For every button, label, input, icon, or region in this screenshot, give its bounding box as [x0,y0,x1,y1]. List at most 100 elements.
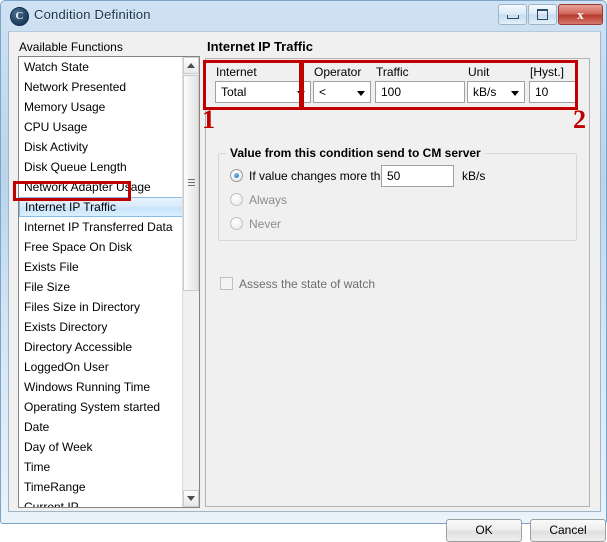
grip-icon [188,179,195,187]
internet-label: Internet [216,65,257,79]
chevron-down-icon [357,91,365,96]
scroll-up-button[interactable] [183,57,199,74]
list-item-label: Network Adapter Usage [24,180,151,194]
list-item-label: Watch State [24,60,89,74]
list-item[interactable]: File Size [19,277,183,297]
list-item-label: Exists File [24,260,79,274]
list-item-label: Disk Activity [24,140,89,154]
threshold-unit-label: kB/s [462,169,486,183]
list-item[interactable]: Windows Running Time [19,377,183,397]
scroll-down-button[interactable] [183,490,199,507]
list-item[interactable]: Internet IP Traffic [19,197,183,217]
assess-state-label: Assess the state of watch [239,277,376,291]
internet-select[interactable]: Total [215,81,311,103]
list-item-label: Date [24,420,50,434]
list-item[interactable]: Disk Queue Length [19,157,183,177]
radio-never[interactable]: Never [230,217,281,231]
list-item[interactable]: Exists Directory [19,317,183,337]
list-scrollbar[interactable] [182,57,199,507]
window-controls: x [497,4,603,26]
list-item[interactable]: Network Presented [19,77,183,97]
close-button[interactable]: x [558,4,603,25]
list-item-label: Windows Running Time [24,380,151,394]
radio-always-label: Always [249,193,288,207]
dialog-client-area: Available Functions Watch State Network P… [8,31,606,542]
traffic-label: Traffic [376,65,409,79]
list-item-label: TimeRange [24,480,86,494]
list-item[interactable]: Network Adapter Usage [19,177,183,197]
radio-if-value-changes[interactable]: If value changes more than [230,169,394,183]
assess-state-checkbox-row[interactable]: Assess the state of watch [220,277,375,291]
list-item[interactable]: Disk Activity [19,137,183,157]
list-item[interactable]: Files Size in Directory [19,297,183,317]
unit-value: kB/s [473,85,497,99]
list-item-label: Directory Accessible [24,340,133,354]
list-item-label: Time [24,460,51,474]
hyst-label: [Hyst.] [530,65,565,79]
list-item[interactable]: Watch State [19,57,183,77]
list-item[interactable]: Current IP [19,497,183,508]
list-item[interactable]: Time [19,457,183,477]
chevron-down-icon [297,91,305,96]
list-item[interactable]: TimeRange [19,477,183,497]
list-item-label: Files Size in Directory [24,300,141,314]
minimize-button[interactable] [498,4,527,25]
list-item[interactable]: Memory Usage [19,97,183,117]
list-item[interactable]: LoggedOn User [19,357,183,377]
panel-title: Internet IP Traffic [207,39,313,54]
list-item-label: Internet IP Traffic [25,200,116,214]
operator-value: < [319,85,327,99]
list-item-label: Network Presented [24,80,127,94]
scrollbar-thumb[interactable] [183,75,199,291]
cancel-button[interactable]: Cancel [530,519,606,542]
available-functions-label: Available Functions [19,40,123,54]
app-circle-c-icon: C [10,7,29,26]
list-item-label: Disk Queue Length [24,160,127,174]
list-item[interactable]: Directory Accessible [19,337,183,357]
list-item[interactable]: Exists File [19,257,183,277]
list-item[interactable]: Free Space On Disk [19,237,183,257]
list-item-label: File Size [24,280,71,294]
list-item[interactable]: Date [19,417,183,437]
list-items-container: Watch State Network Presented Memory Usage… [19,57,183,508]
condition-settings-panel: Internet Total Operator < Traffic 100 Un… [205,58,590,507]
close-icon: x [577,6,584,22]
ok-button[interactable]: OK [446,519,522,542]
window-title: Condition Definition [34,7,151,22]
list-item-label: Memory Usage [24,100,106,114]
list-item-label: Day of Week [24,440,93,454]
chevron-down-icon [511,91,519,96]
unit-label: Unit [468,65,490,79]
annotation-number-1: 1 [202,105,215,134]
arrow-down-icon [187,496,195,501]
traffic-input[interactable]: 100 [375,81,465,103]
list-item-label: CPU Usage [24,120,88,134]
maximize-button[interactable] [528,4,557,25]
radio-selected-icon [230,169,243,182]
list-item[interactable]: Day of Week [19,437,183,457]
send-to-cm-group-title: Value from this condition send to CM ser… [226,146,485,160]
annotation-number-2: 2 [573,105,586,134]
list-item-label: Operating System started [24,400,161,414]
radio-always[interactable]: Always [230,193,287,207]
list-item[interactable]: Internet IP Transferred Data [19,217,183,237]
minimize-icon [499,5,526,24]
list-item-label: Exists Directory [24,320,108,334]
checkbox-icon [220,277,233,290]
arrow-up-icon [187,63,195,68]
radio-if-value-changes-label: If value changes more than [249,169,394,183]
radio-unselected-icon [230,193,243,206]
threshold-input[interactable]: 50 [381,165,454,187]
hyst-input[interactable]: 10 [529,81,576,103]
title-bar: C Condition Definition x [1,1,607,31]
available-functions-list[interactable]: Watch State Network Presented Memory Usage… [18,56,200,508]
list-item[interactable]: Operating System started [19,397,183,417]
condition-definition-window: C Condition Definition x Available Funct… [0,0,607,542]
operator-select[interactable]: < [313,81,371,103]
unit-select[interactable]: kB/s [467,81,525,103]
list-item-label: Current IP [24,500,79,508]
list-item[interactable]: CPU Usage [19,117,183,137]
radio-never-label: Never [249,217,282,231]
list-item-label: Free Space On Disk [24,240,133,254]
operator-label: Operator [314,65,362,79]
